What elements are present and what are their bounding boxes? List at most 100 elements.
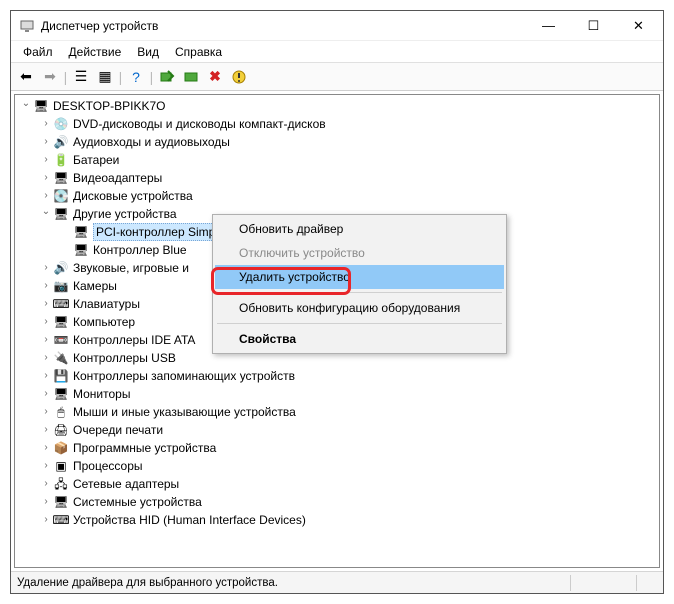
context-menu: Обновить драйвер Отключить устройство Уд… — [212, 214, 507, 354]
expand-icon[interactable] — [39, 333, 53, 347]
expand-icon[interactable] — [39, 297, 53, 311]
expand-icon[interactable] — [39, 405, 53, 419]
tree-category[interactable]: 💾Контроллеры запоминающих устройств — [15, 367, 659, 385]
expand-icon[interactable] — [39, 477, 53, 491]
tree-category[interactable]: 🖥Системные устройства — [15, 493, 659, 511]
expand-icon[interactable] — [39, 315, 53, 329]
scan-icon[interactable] — [156, 66, 178, 88]
warning-device-icon: 🖥 — [73, 224, 89, 240]
category-icon: 📼 — [53, 332, 69, 348]
category-label: Системные устройства — [73, 494, 202, 510]
category-icon: 🔋 — [53, 152, 69, 168]
ctx-update-driver[interactable]: Обновить драйвер — [215, 217, 504, 241]
menu-help[interactable]: Справка — [167, 43, 230, 61]
expand-icon[interactable] — [39, 117, 53, 131]
maximize-button[interactable]: ☐ — [571, 11, 616, 40]
category-icon: 💾 — [53, 368, 69, 384]
expand-icon[interactable] — [39, 279, 53, 293]
status-divider — [570, 575, 571, 591]
category-icon: 📦 — [53, 440, 69, 456]
help-icon[interactable]: ? — [125, 66, 147, 88]
tree-category[interactable]: 📦Программные устройства — [15, 439, 659, 457]
titlebar: Диспетчер устройств — ☐ ✕ — [11, 11, 663, 41]
app-icon — [19, 18, 35, 34]
category-icon: ⌨ — [53, 296, 69, 312]
update-driver-icon[interactable] — [180, 66, 202, 88]
tree-category[interactable]: 🖱Мыши и иные указывающие устройства — [15, 403, 659, 421]
expand-icon[interactable] — [39, 495, 53, 509]
category-label: Устройства HID (Human Interface Devices) — [73, 512, 306, 528]
category-label: Дисковые устройства — [73, 188, 193, 204]
expand-icon[interactable] — [39, 171, 53, 185]
category-icon: 🖥 — [53, 170, 69, 186]
expand-icon[interactable] — [39, 153, 53, 167]
category-icon: 🖥 — [53, 314, 69, 330]
uninstall-icon[interactable]: ✖ — [204, 66, 226, 88]
tree-category[interactable]: 💽Дисковые устройства — [15, 187, 659, 205]
category-label: Контроллеры запоминающих устройств — [73, 368, 295, 384]
ctx-separator — [217, 292, 502, 293]
expand-icon[interactable] — [19, 99, 33, 113]
menu-file[interactable]: Файл — [15, 43, 61, 61]
category-icon: 🖱 — [53, 404, 69, 420]
category-label: Контроллеры IDE ATA — [73, 332, 195, 348]
tree-category[interactable]: 💿DVD-дисководы и дисководы компакт-диско… — [15, 115, 659, 133]
category-label: Процессоры — [73, 458, 143, 474]
list-view-icon[interactable]: ▦ — [94, 66, 116, 88]
category-icon: 🖥 — [53, 494, 69, 510]
toolbar-separator: | — [118, 66, 123, 88]
warning-device-icon: 🖥 — [73, 242, 89, 258]
forward-button[interactable]: ➡ — [39, 66, 61, 88]
tree-category[interactable]: 🖨Очереди печати — [15, 421, 659, 439]
status-divider — [636, 575, 637, 591]
root-label: DESKTOP-BPIKK7O — [53, 98, 165, 114]
ctx-refresh-hw[interactable]: Обновить конфигурацию оборудования — [215, 296, 504, 320]
expand-icon[interactable] — [39, 189, 53, 203]
category-label: Компьютер — [73, 314, 135, 330]
tree-category[interactable]: ⌨Устройства HID (Human Interface Devices… — [15, 511, 659, 529]
category-label: Звуковые, игровые и — [73, 260, 189, 276]
tree-category[interactable]: 🖥Видеоадаптеры — [15, 169, 659, 187]
computer-icon: 🖥 — [33, 98, 49, 114]
tree-root[interactable]: 🖥 DESKTOP-BPIKK7O — [15, 97, 659, 115]
expand-icon[interactable] — [39, 261, 53, 275]
expand-icon[interactable] — [39, 441, 53, 455]
ctx-separator — [217, 323, 502, 324]
expand-icon[interactable] — [39, 351, 53, 365]
menubar: Файл Действие Вид Справка — [11, 41, 663, 63]
expand-icon[interactable] — [39, 369, 53, 383]
tree-category[interactable]: 🖥Мониторы — [15, 385, 659, 403]
tree-category[interactable]: ▣Процессоры — [15, 457, 659, 475]
ctx-remove-device[interactable]: Удалить устройство — [215, 265, 504, 289]
other-devices-icon: 🖥 — [53, 206, 69, 222]
tree-category[interactable]: 🔋Батареи — [15, 151, 659, 169]
minimize-button[interactable]: — — [526, 11, 571, 40]
expand-icon[interactable] — [39, 135, 53, 149]
category-label: Батареи — [73, 152, 119, 168]
category-label: DVD-дисководы и дисководы компакт-дисков — [73, 116, 326, 132]
category-icon: 🖧 — [53, 476, 69, 492]
tree-view-icon[interactable]: ☰ — [70, 66, 92, 88]
tree-category[interactable]: 🔊Аудиовходы и аудиовыходы — [15, 133, 659, 151]
expand-icon[interactable] — [39, 423, 53, 437]
disable-icon[interactable] — [228, 66, 250, 88]
category-label: Очереди печати — [73, 422, 163, 438]
expand-icon[interactable] — [39, 207, 53, 221]
category-icon: 📷 — [53, 278, 69, 294]
window-title: Диспетчер устройств — [41, 19, 526, 33]
expand-icon[interactable] — [39, 513, 53, 527]
toolbar-separator: | — [63, 66, 68, 88]
expand-icon[interactable] — [39, 387, 53, 401]
category-label: Клавиатуры — [73, 296, 140, 312]
menu-view[interactable]: Вид — [129, 43, 167, 61]
back-button[interactable]: ⬅ — [15, 66, 37, 88]
ctx-disable-device[interactable]: Отключить устройство — [215, 241, 504, 265]
tree-category[interactable]: 🖧Сетевые адаптеры — [15, 475, 659, 493]
category-label: Мыши и иные указывающие устройства — [73, 404, 296, 420]
category-icon: 🔌 — [53, 350, 69, 366]
close-button[interactable]: ✕ — [616, 11, 661, 40]
menu-action[interactable]: Действие — [61, 43, 130, 61]
other-devices-label: Другие устройства — [73, 206, 177, 222]
ctx-properties[interactable]: Свойства — [215, 327, 504, 351]
expand-icon[interactable] — [39, 459, 53, 473]
